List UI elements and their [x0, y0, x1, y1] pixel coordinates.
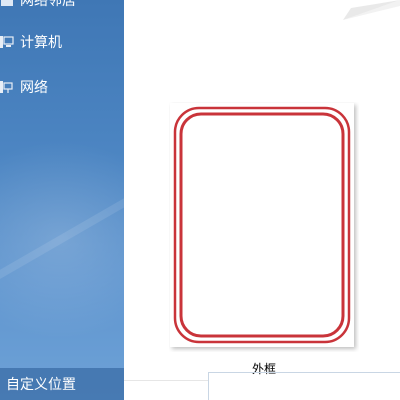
custom-location-button[interactable]: 自定义位置	[0, 368, 124, 400]
folder-icon	[0, 0, 14, 8]
page-fold-corner	[343, 0, 400, 20]
sidebar-item-label: 网络邻居	[20, 0, 76, 8]
computer-icon	[0, 34, 14, 50]
sidebar-item-network[interactable]: 网络	[0, 74, 124, 100]
frame-thumbnail[interactable]	[169, 102, 359, 352]
network-icon	[0, 79, 14, 95]
divider-line	[124, 380, 208, 381]
navigation-sidebar: 网络邻居 计算机 网络 自定义位置	[0, 0, 124, 400]
bottom-panel-outline	[208, 372, 400, 400]
frame-thumbnail-preview	[170, 103, 354, 347]
sidebar-item-label: 计算机	[20, 34, 62, 50]
sidebar-item-label: 网络	[20, 79, 48, 95]
sidebar-item-top[interactable]: 网络邻居	[0, 0, 124, 13]
sidebar-item-computer[interactable]: 计算机	[0, 29, 124, 55]
